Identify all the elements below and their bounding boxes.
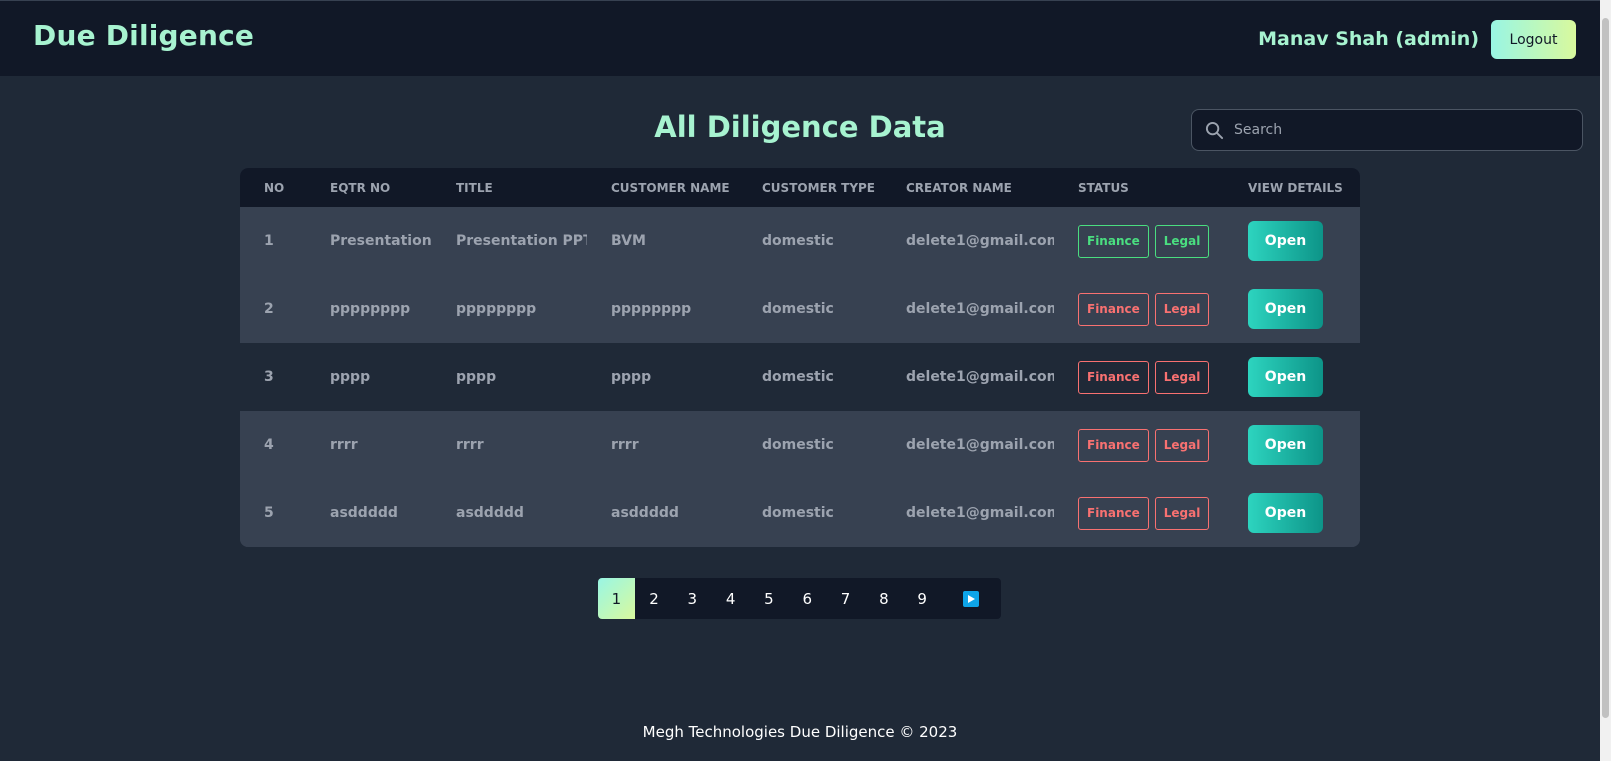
footer-copyright: Megh Technologies Due Diligence © 2023 <box>642 723 958 741</box>
search-icon <box>1205 121 1224 140</box>
finance-status-badge: Finance <box>1078 360 1149 394</box>
legal-status-badge: Legal <box>1154 292 1210 326</box>
row-status: Finance Legal <box>1054 479 1224 547</box>
row-eqtr-no: pppp <box>330 369 371 385</box>
column-header-title: TITLE <box>456 180 493 195</box>
row-customer-name: rrrr <box>611 437 639 453</box>
row-view-details: Open <box>1224 343 1360 411</box>
open-button[interactable]: Open <box>1248 289 1323 329</box>
row-customer-name: pppppppp <box>611 301 692 317</box>
column-header-customer-name: CUSTOMER NAME <box>611 180 730 195</box>
row-customer-name: asddddd <box>611 505 679 521</box>
open-button[interactable]: Open <box>1248 493 1323 533</box>
row-no: 3 <box>264 369 274 385</box>
row-status: Finance Legal <box>1054 411 1224 479</box>
search-input[interactable] <box>1234 110 1574 150</box>
row-view-details: Open <box>1224 207 1360 275</box>
row-eqtr-no: Presentation <box>330 233 432 249</box>
row-no: 4 <box>264 437 274 453</box>
row-view-details: Open <box>1224 275 1360 343</box>
search-box[interactable] <box>1191 109 1583 151</box>
row-no: 2 <box>264 301 274 317</box>
row-status: Finance Legal <box>1054 207 1224 275</box>
page-button-5[interactable]: 5 <box>750 578 788 619</box>
row-title: asddddd <box>456 505 524 521</box>
column-header-eqtr-no: EQTR NO <box>330 180 391 195</box>
row-customer-type: domestic <box>762 505 834 521</box>
scrollbar-thumb[interactable] <box>1602 18 1609 718</box>
row-customer-type: domestic <box>762 437 834 453</box>
table-row: 3 pppp pppp pppp domestic delete1@gmail.… <box>240 343 1360 411</box>
table-row: 2 pppppppp pppppppp pppppppp domestic de… <box>240 275 1360 343</box>
row-status: Finance Legal <box>1054 343 1224 411</box>
finance-status-badge: Finance <box>1078 496 1149 530</box>
open-button[interactable]: Open <box>1248 357 1323 397</box>
legal-status-badge: Legal <box>1154 496 1210 530</box>
table-row: 1 Presentation Presentation PPT BVM dome… <box>240 207 1360 275</box>
top-navbar: Due Diligence Manav Shah (admin) Logout <box>0 0 1611 76</box>
row-no: 5 <box>264 505 274 521</box>
brand-title[interactable]: Due Diligence <box>33 19 254 52</box>
row-view-details: Open <box>1224 479 1360 547</box>
open-button[interactable]: Open <box>1248 221 1323 261</box>
column-header-no: NO <box>264 180 285 195</box>
table-row: 4 rrrr rrrr rrrr domestic delete1@gmail.… <box>240 411 1360 479</box>
table-header-row: NO EQTR NO TITLE CUSTOMER NAME CUSTOMER … <box>240 168 1360 207</box>
finance-status-badge: Finance <box>1078 428 1149 462</box>
legal-status-badge: Legal <box>1154 428 1210 462</box>
row-no: 1 <box>264 233 274 249</box>
legal-status-badge: Legal <box>1154 360 1210 394</box>
column-header-creator-name: CREATOR NAME <box>906 180 1012 195</box>
row-title: pppp <box>456 369 497 385</box>
page-button-3[interactable]: 3 <box>673 578 711 619</box>
row-status: Finance Legal <box>1054 275 1224 343</box>
page-button-6[interactable]: 6 <box>788 578 826 619</box>
diligence-table: NO EQTR NO TITLE CUSTOMER NAME CUSTOMER … <box>240 168 1360 547</box>
page-button-7[interactable]: 7 <box>826 578 864 619</box>
pagination: 1 2 3 4 5 6 7 8 9 <box>598 578 1001 619</box>
row-customer-type: domestic <box>762 369 834 385</box>
row-customer-type: domestic <box>762 233 834 249</box>
row-title: rrrr <box>456 437 484 453</box>
app-root: Due Diligence Manav Shah (admin) Logout … <box>0 0 1611 761</box>
row-creator-name: delete1@gmail.com <box>906 369 1054 385</box>
page-button-1[interactable]: 1 <box>598 578 635 619</box>
finance-status-badge: Finance <box>1078 224 1149 258</box>
row-view-details: Open <box>1224 411 1360 479</box>
row-creator-name: delete1@gmail.com <box>906 437 1054 453</box>
open-button[interactable]: Open <box>1248 425 1323 465</box>
finance-status-badge: Finance <box>1078 292 1149 326</box>
page-button-4[interactable]: 4 <box>711 578 749 619</box>
row-eqtr-no: asddddd <box>330 505 398 521</box>
vertical-scrollbar[interactable] <box>1600 0 1611 761</box>
row-eqtr-no: rrrr <box>330 437 358 453</box>
table-row: 5 asddddd asddddd asddddd domestic delet… <box>240 479 1360 547</box>
diligence-table-container: NO EQTR NO TITLE CUSTOMER NAME CUSTOMER … <box>240 168 1360 547</box>
column-header-status: STATUS <box>1078 180 1129 195</box>
column-header-view-details: VIEW DETAILS <box>1248 180 1343 195</box>
row-creator-name: delete1@gmail.com <box>906 301 1054 317</box>
play-next-icon <box>963 590 980 607</box>
logout-button[interactable]: Logout <box>1491 20 1576 59</box>
legal-status-badge: Legal <box>1154 224 1210 258</box>
row-eqtr-no: pppppppp <box>330 301 411 317</box>
row-creator-name: delete1@gmail.com <box>906 505 1054 521</box>
row-creator-name: delete1@gmail.com <box>906 233 1054 249</box>
current-user-name: Manav Shah (admin) <box>1258 28 1479 50</box>
row-customer-name: BVM <box>611 233 646 249</box>
row-customer-type: domestic <box>762 301 834 317</box>
row-title: pppppppp <box>456 301 537 317</box>
page-button-8[interactable]: 8 <box>865 578 903 619</box>
page-button-2[interactable]: 2 <box>635 578 673 619</box>
column-header-customer-type: CUSTOMER TYPE <box>762 180 876 195</box>
row-title: Presentation PPT <box>456 233 587 249</box>
next-page-button[interactable] <box>941 578 1001 619</box>
row-customer-name: pppp <box>611 369 652 385</box>
page-button-9[interactable]: 9 <box>903 578 941 619</box>
